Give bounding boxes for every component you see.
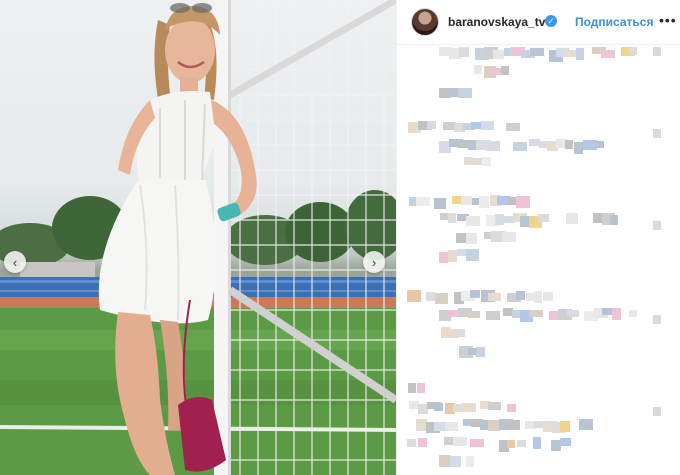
pixelated-comment-block xyxy=(416,197,430,206)
avatar[interactable] xyxy=(411,8,439,36)
pixelated-comment-block xyxy=(486,141,500,151)
pixelated-comment-block xyxy=(466,456,474,467)
pixelated-comment-block xyxy=(407,290,421,302)
pixelated-comment-block xyxy=(407,439,416,447)
pixelated-comment-block xyxy=(445,422,458,431)
pixelated-comment-block xyxy=(629,310,637,317)
pixelated-comment-block xyxy=(464,157,473,165)
pixelated-comment-block xyxy=(480,420,488,430)
more-icon[interactable]: ••• xyxy=(659,12,677,28)
like-comment-icon[interactable] xyxy=(653,315,661,324)
pixelated-comment-block xyxy=(538,214,549,222)
pixelated-comment-block xyxy=(466,216,480,226)
pixelated-comment-block xyxy=(426,292,435,301)
pixelated-comment-block xyxy=(448,250,457,262)
pixelated-comment-block xyxy=(512,310,520,318)
chevron-right-icon: › xyxy=(371,254,377,270)
pixelated-comment-block xyxy=(533,437,541,449)
pixelated-comment-block xyxy=(567,310,579,317)
pixelated-comment-block xyxy=(470,439,484,447)
pixelated-comment-block xyxy=(566,213,578,224)
pixelated-comment-block xyxy=(612,308,621,320)
pixelated-comment-block xyxy=(457,329,465,337)
pixelated-comment-block xyxy=(576,48,584,60)
pixelated-comment-block xyxy=(516,291,525,300)
pixelated-comment-block xyxy=(574,142,583,154)
pixelated-comment-block xyxy=(529,310,543,317)
pixelated-comment-block xyxy=(629,47,637,55)
pixelated-comment-block xyxy=(476,347,485,357)
pixelated-comment-block xyxy=(493,50,504,59)
pixelated-comment-block xyxy=(516,196,530,208)
like-comment-icon[interactable] xyxy=(653,47,661,56)
post-media: ‹ › xyxy=(0,0,396,475)
pixelated-comment-block xyxy=(466,233,477,244)
post-photo xyxy=(0,0,396,475)
carousel-prev-button[interactable]: ‹ xyxy=(4,251,26,273)
pixelated-comment-block xyxy=(418,438,427,447)
pixelated-comment-block xyxy=(474,65,482,74)
pixelated-comment-block xyxy=(517,440,526,447)
pixelated-comment-block xyxy=(534,291,542,303)
follow-button[interactable]: Подписаться xyxy=(575,15,653,29)
pixelated-comment-block xyxy=(565,140,573,149)
pixelated-comment-block xyxy=(495,214,504,225)
pixelated-comment-block xyxy=(594,141,604,148)
pixelated-comment-block xyxy=(506,420,520,430)
pixelated-comment-block xyxy=(427,121,436,129)
pixelated-comment-block xyxy=(448,213,456,223)
pixelated-comment-block xyxy=(462,403,476,412)
pixelated-comment-block xyxy=(610,215,618,225)
pixelated-comment-block xyxy=(560,421,570,432)
pixelated-comment-block xyxy=(530,48,544,56)
verified-icon: ✓ xyxy=(545,15,557,27)
pixelated-comment-block xyxy=(479,196,489,208)
pixelated-comment-block xyxy=(434,198,446,209)
pixelated-comment-block xyxy=(470,290,480,298)
pixelated-comment-block xyxy=(453,437,467,446)
pixelated-comment-block xyxy=(579,419,593,430)
pixelated-comment-block xyxy=(458,88,472,98)
pixelated-comment-block xyxy=(508,197,516,205)
pixelated-comment-block xyxy=(486,311,500,320)
post-header: baranovskaya_tv ✓ Подписаться ••• xyxy=(397,0,680,45)
pixelated-comment-block xyxy=(417,383,425,393)
pixelated-comment-block xyxy=(459,47,469,57)
like-comment-icon[interactable] xyxy=(653,407,661,416)
pixelated-comment-block xyxy=(466,249,479,261)
pixelated-comment-block xyxy=(439,252,448,263)
username[interactable]: baranovskaya_tv xyxy=(448,15,545,29)
pixelated-comment-block xyxy=(482,157,491,166)
like-comment-icon[interactable] xyxy=(653,221,661,230)
pixelated-comment-block xyxy=(468,311,480,318)
pixelated-comment-block xyxy=(434,403,443,411)
pixelated-comment-block xyxy=(435,293,448,304)
pixelated-comment-block xyxy=(450,456,461,467)
pixelated-comment-block xyxy=(513,142,527,151)
like-comment-icon[interactable] xyxy=(653,129,661,138)
pixelated-comment-block xyxy=(526,293,534,301)
pixelated-comment-block xyxy=(463,419,471,426)
pixelated-comment-block xyxy=(481,121,494,130)
pixelated-comment-block xyxy=(488,293,501,301)
pixelated-comment-block xyxy=(488,402,501,410)
pixelated-comment-block xyxy=(507,404,516,412)
comments-list xyxy=(397,45,680,475)
pixelated-comment-block xyxy=(601,50,615,58)
pixelated-comment-block xyxy=(502,232,516,242)
pixelated-comment-block xyxy=(501,66,509,75)
carousel-next-button[interactable]: › xyxy=(363,251,385,273)
pixelated-comment-block xyxy=(408,383,416,393)
pixelated-comment-block xyxy=(560,438,571,446)
post-side-panel: baranovskaya_tv ✓ Подписаться ••• xyxy=(396,0,680,475)
pixelated-comment-block xyxy=(506,123,520,131)
pixelated-comment-block xyxy=(453,404,462,412)
chevron-left-icon: ‹ xyxy=(12,254,18,270)
pixelated-comment-block xyxy=(507,440,515,448)
pixelated-comment-block xyxy=(543,292,553,301)
pixelated-comment-block xyxy=(461,196,472,205)
